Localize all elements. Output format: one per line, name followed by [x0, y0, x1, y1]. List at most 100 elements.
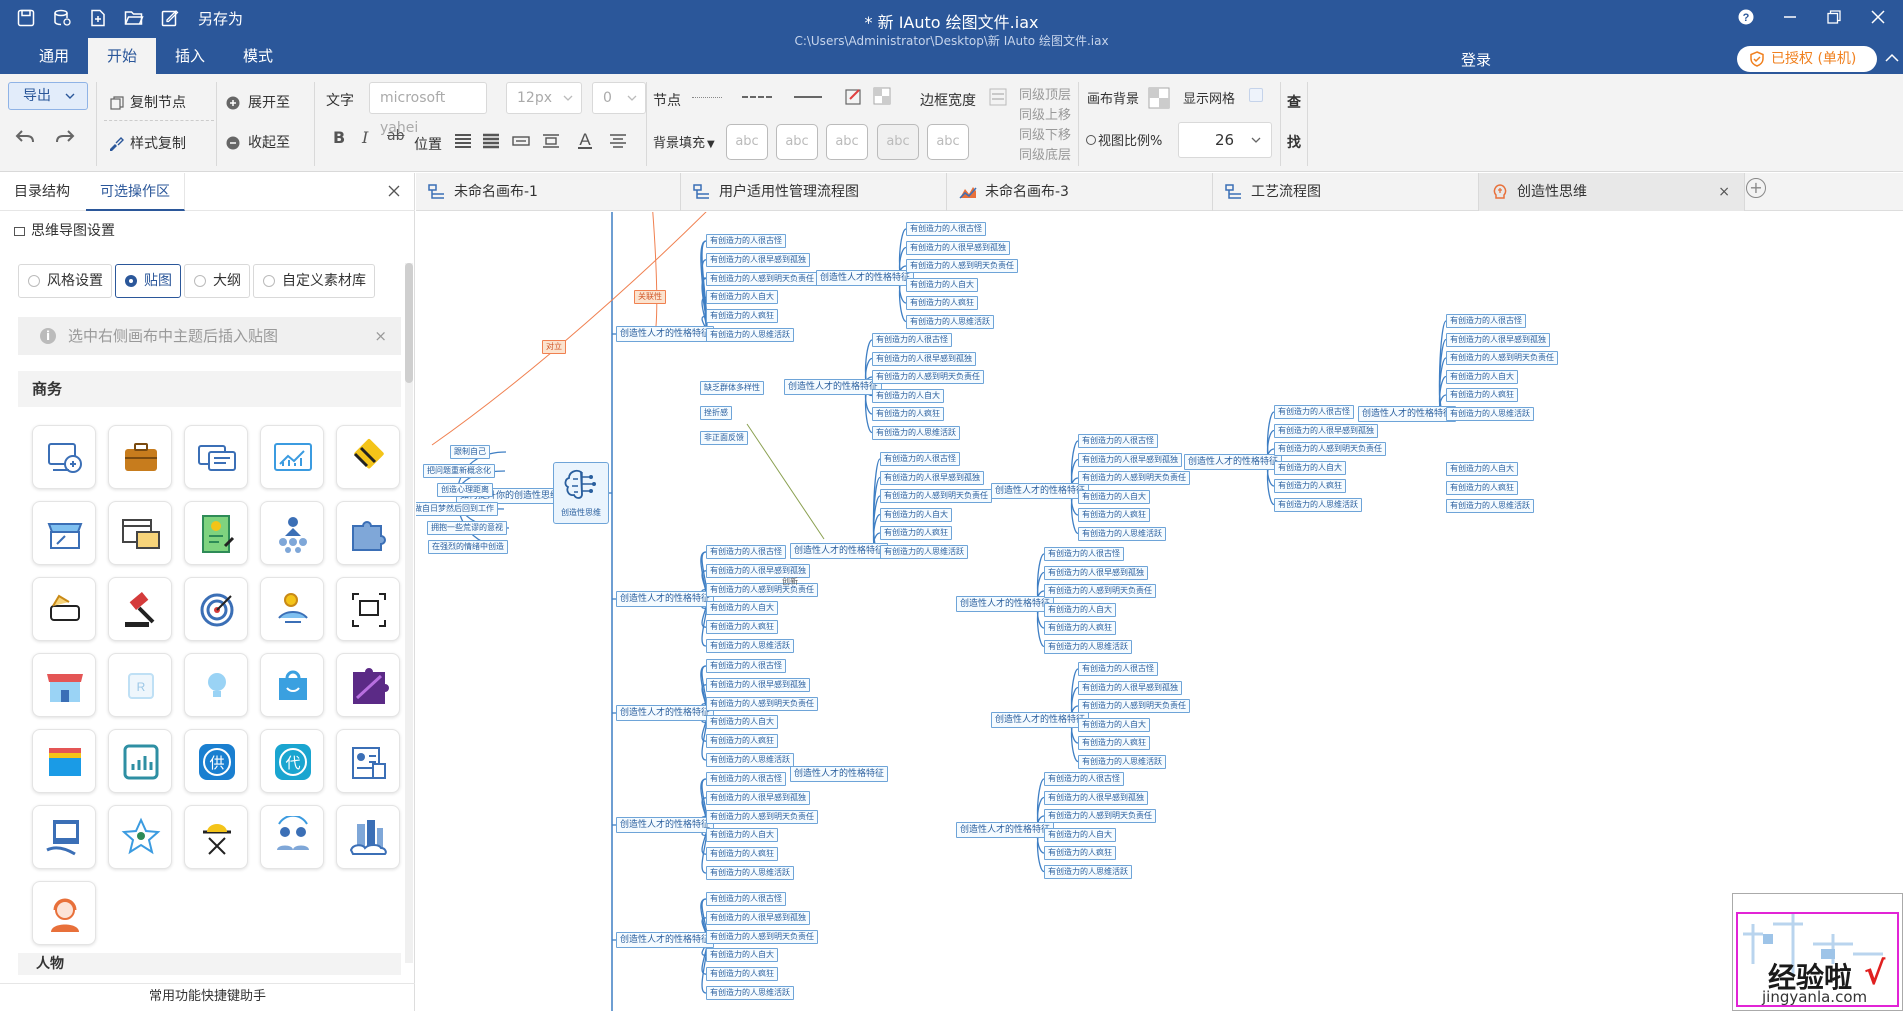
mindmap-leaf-node[interactable]: 有创造力的人思维活跃 — [1078, 526, 1166, 541]
puzzle-icon[interactable] — [336, 501, 400, 565]
mindmap-leaf-node[interactable]: 有创造力的人疯狂 — [1044, 846, 1116, 860]
puzzle-purple-icon[interactable] — [336, 653, 400, 717]
relation-label-association[interactable]: 关联性 — [634, 290, 666, 304]
card-hand-icon[interactable] — [32, 577, 96, 641]
screen-capture-icon[interactable] — [336, 577, 400, 641]
mindmap-branch-node[interactable]: 创造性人才的性格特征 — [784, 379, 883, 395]
same-level-top-button[interactable]: 同级顶层 — [1019, 84, 1071, 103]
rocket-person-icon[interactable] — [260, 577, 324, 641]
mindmap-leaf-node[interactable]: 有创造力的人疯狂 — [1446, 388, 1518, 402]
mindmap-leaf-node[interactable]: 有创造力的人很早感到孤独 — [706, 790, 810, 805]
mindmap-leaf-node[interactable]: 有创造力的人感到明天负责任 — [1044, 809, 1156, 823]
mindmap-leaf-node[interactable]: 有创造力的人疯狂 — [1446, 480, 1518, 495]
mindmap-leaf-node[interactable]: 有创造力的人感到明天负责任 — [872, 370, 984, 384]
mindmap-leaf-node[interactable]: 非正面反馈 — [700, 431, 748, 445]
city-cloud-icon[interactable] — [336, 805, 400, 869]
mindmap-canvas[interactable]: 如何提升你的创造性思维 跟制自己 把问题重新概念化 创造心理距离 做自日梦然后回到工作拥… — [416, 212, 1903, 1011]
mindmap-leaf-node[interactable]: 有创造力的人思维活跃 — [906, 314, 994, 329]
bar-chart-icon[interactable] — [108, 729, 172, 793]
menu-mode[interactable]: 模式 — [224, 38, 292, 74]
text-align-center-icon[interactable] — [609, 133, 627, 153]
mindmap-leaf-node[interactable]: 有创造力的人思维活跃 — [1446, 406, 1534, 421]
store-icon[interactable] — [32, 501, 96, 565]
mindmap-leaf-node[interactable]: 有创造力的人自大 — [1078, 717, 1150, 732]
tab-canvas-3[interactable]: 未命名画布-3 — [947, 173, 1213, 211]
mindmap-leaf-node[interactable]: 有创造力的人感到明天负责任 — [1078, 699, 1190, 713]
mindmap-leaf-node[interactable]: 有创造力的人思维活跃 — [706, 753, 794, 767]
style-preset-3[interactable]: abc — [826, 124, 868, 160]
fill-pattern-icon[interactable] — [873, 87, 891, 109]
copy-node-button[interactable]: 复制节点 — [110, 92, 186, 112]
calculator-hand-icon[interactable] — [32, 805, 96, 869]
certificate-icon[interactable] — [184, 501, 248, 565]
mindmap-leaf-node[interactable]: 有创造力的人感到明天负责任 — [706, 809, 818, 824]
same-level-up-button[interactable]: 同级上移 — [1019, 104, 1071, 123]
menu-general[interactable]: 通用 — [20, 38, 88, 74]
monitor-icon[interactable] — [32, 425, 96, 489]
mindmap-leaf-node[interactable]: 有创造力的人疯狂 — [706, 967, 778, 982]
close-panel-icon[interactable] — [388, 182, 400, 201]
show-grid-checkbox[interactable] — [1249, 88, 1263, 102]
mindmap-leaf-node[interactable]: 有创造力的人很古怪 — [706, 545, 786, 559]
save-icon[interactable] — [14, 6, 38, 30]
mindmap-leaf-node[interactable]: 有创造力的人疯狂 — [706, 734, 778, 749]
mindmap-leaf-node[interactable]: 有创造力的人很古怪 — [1044, 547, 1124, 561]
save-as-button[interactable]: 另存为 — [198, 8, 243, 29]
mindmap-leaf-node[interactable]: 有创造力的人疯狂 — [1078, 736, 1150, 750]
mindmap-leaf-node[interactable]: 把问题重新概念化 — [423, 464, 495, 478]
shopping-bag-icon[interactable] — [260, 653, 324, 717]
mindmap-leaf-node[interactable]: 有创造力的人思维活跃 — [1078, 754, 1166, 769]
chat-cards-icon[interactable] — [184, 425, 248, 489]
mindmap-leaf-node[interactable]: 有创造力的人很早感到孤独 — [706, 910, 810, 925]
line-color-icon[interactable] — [845, 87, 863, 109]
mindmap-leaf-node[interactable]: 有创造力的人很古怪 — [872, 333, 952, 347]
radio-custom-library[interactable]: 自定义素材库 — [253, 264, 375, 298]
mindmap-leaf-node[interactable]: 有创造力的人自大 — [1446, 369, 1518, 384]
mindmap-leaf-node[interactable]: 有创造力的人很早感到孤独 — [880, 470, 984, 485]
r-badge-icon[interactable]: R — [108, 653, 172, 717]
folder-stack-icon[interactable] — [32, 729, 96, 793]
mindmap-leaf-node[interactable]: 有创造力的人很早感到孤独 — [706, 252, 810, 267]
style-preset-2[interactable]: abc — [776, 124, 818, 160]
mindmap-leaf-node[interactable]: 有创造力的人感到明天负责任 — [880, 489, 992, 503]
lightbulb-icon[interactable] — [184, 653, 248, 717]
mindmap-branch-node[interactable]: 创造性人才的性格特征 — [616, 326, 715, 342]
agent-badge-icon[interactable]: 代 — [260, 729, 324, 793]
mindmap-leaf-node[interactable]: 有创造力的人思维活跃 — [1044, 864, 1132, 879]
mindmap-leaf-node[interactable]: 有创造力的人思维活跃 — [706, 328, 794, 342]
mindmap-leaf-node[interactable]: 做自日梦然后回到工作 — [416, 502, 498, 516]
mindmap-leaf-node[interactable]: 有创造力的人感到明天负责任 — [906, 259, 1018, 273]
mindmap-leaf-node[interactable]: 有创造力的人很古怪 — [706, 892, 786, 906]
mindmap-leaf-node[interactable]: 有创造力的人很古怪 — [1446, 314, 1526, 328]
radio-style-settings[interactable]: 风格设置 — [18, 264, 112, 298]
mindmap-branch-node[interactable]: 创造性人才的性格特征 — [1358, 406, 1457, 422]
edit-file-icon[interactable] — [158, 6, 182, 30]
canvas-bg-swatch[interactable] — [1148, 87, 1170, 113]
mindmap-leaf-node[interactable]: 有创造力的人感到明天负责任 — [1078, 471, 1190, 485]
gavel-icon[interactable] — [108, 577, 172, 641]
mindmap-branch-node[interactable]: 创造性人才的性格特征 — [956, 822, 1055, 838]
mindmap-branch-node[interactable]: 创造性人才的性格特征 — [991, 483, 1090, 499]
mindmap-leaf-node[interactable]: 有创造力的人疯狂 — [706, 309, 778, 324]
mindmap-leaf-node[interactable]: 拥抱一些荒谬的意视 — [427, 521, 507, 535]
handshake-icon[interactable] — [336, 425, 400, 489]
view-ratio-input[interactable]: 26 — [1178, 122, 1272, 158]
style-preset-5[interactable]: abc — [927, 124, 969, 160]
mindmap-branch-node[interactable]: 创造性人才的性格特征 — [790, 766, 889, 782]
calendar-box-icon[interactable] — [108, 501, 172, 565]
mindmap-leaf-node[interactable]: 有创造力的人感到明天负责任 — [1446, 351, 1558, 365]
team-pyramid-icon[interactable] — [260, 501, 324, 565]
mindmap-leaf-node[interactable]: 有创造力的人思维活跃 — [880, 544, 968, 559]
login-button[interactable]: 登录 — [1461, 49, 1491, 70]
minimize-icon[interactable] — [1779, 6, 1801, 28]
border-width-icon[interactable] — [989, 88, 1007, 110]
mindmap-leaf-node[interactable]: 有创造力的人疯狂 — [906, 296, 978, 310]
mindmap-leaf-node[interactable]: 缺乏群体多样性 — [700, 381, 764, 395]
mindmap-leaf-node[interactable]: 有创造力的人疯狂 — [1274, 479, 1346, 493]
mindmap-leaf-node[interactable]: 有创造力的人自大 — [706, 601, 778, 616]
style-preset-1[interactable]: abc — [726, 124, 768, 160]
mindmap-leaf-node[interactable]: 有创造力的人很早感到孤独 — [1446, 332, 1550, 347]
people-exchange-icon[interactable] — [260, 805, 324, 869]
vertical-center-icon[interactable] — [512, 133, 530, 153]
mindmap-branch-node[interactable]: 创造性人才的性格特征 — [616, 705, 715, 721]
